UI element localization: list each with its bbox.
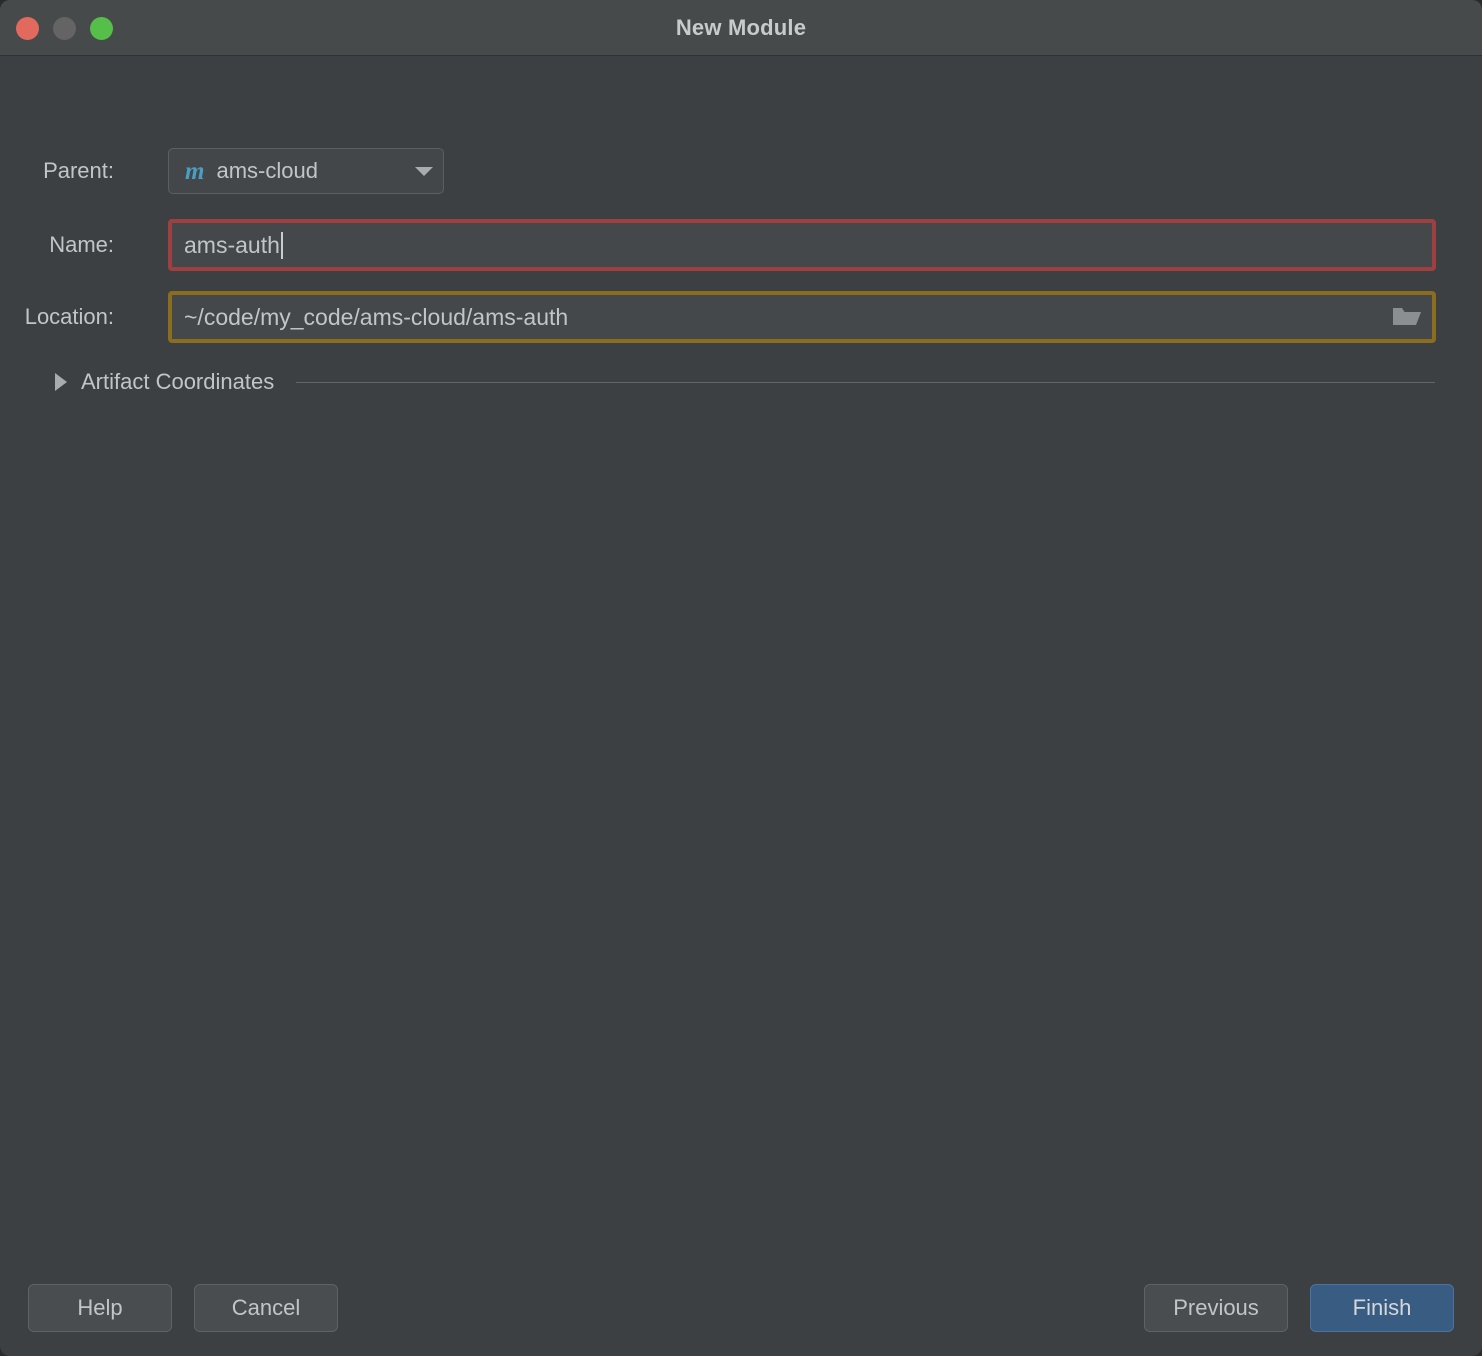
name-input[interactable]: ams-auth bbox=[168, 219, 1436, 271]
name-input-value: ams-auth bbox=[184, 231, 280, 258]
window-title: New Module bbox=[675, 14, 807, 40]
minimize-window-button[interactable] bbox=[53, 16, 76, 40]
location-row: Location: ~/code/my_code/ams-cloud/ams-a… bbox=[0, 291, 1482, 343]
parent-dropdown[interactable]: m ams-cloud bbox=[168, 148, 444, 194]
text-caret bbox=[280, 231, 283, 259]
help-button[interactable]: Help bbox=[28, 1284, 172, 1332]
name-row: Name: ams-auth bbox=[0, 219, 1482, 271]
location-input[interactable]: ~/code/my_code/ams-cloud/ams-auth bbox=[168, 291, 1436, 343]
location-label: Location: bbox=[24, 304, 114, 329]
dialog-footer: Help Cancel Previous Finish bbox=[0, 1260, 1482, 1356]
new-module-dialog: New Module Parent: m ams-cloud Name: ams… bbox=[0, 0, 1482, 1356]
chevron-right-icon[interactable] bbox=[55, 373, 67, 391]
folder-icon[interactable] bbox=[1392, 304, 1422, 330]
footer-left-buttons: Help Cancel bbox=[28, 1284, 338, 1332]
cancel-button[interactable]: Cancel bbox=[194, 1284, 338, 1332]
maximize-window-button[interactable] bbox=[90, 16, 113, 40]
section-separator bbox=[296, 381, 1435, 383]
window-controls bbox=[16, 0, 113, 56]
parent-row: Parent: m ams-cloud bbox=[0, 148, 1482, 194]
footer-right-buttons: Previous Finish bbox=[1144, 1284, 1454, 1332]
dialog-body: Parent: m ams-cloud Name: ams-auth Locat… bbox=[0, 56, 1482, 1356]
title-bar: New Module bbox=[0, 0, 1482, 56]
close-window-button[interactable] bbox=[16, 16, 39, 40]
artifact-coordinates-label: Artifact Coordinates bbox=[81, 369, 275, 394]
parent-selected-value: ams-cloud bbox=[216, 158, 318, 183]
finish-button[interactable]: Finish bbox=[1310, 1284, 1454, 1332]
artifact-coordinates-section[interactable]: Artifact Coordinates bbox=[55, 364, 1435, 400]
name-label: Name: bbox=[49, 232, 114, 257]
chevron-down-icon bbox=[415, 166, 433, 176]
maven-m-icon: m bbox=[185, 157, 205, 185]
location-input-value: ~/code/my_code/ams-cloud/ams-auth bbox=[184, 303, 569, 330]
previous-button[interactable]: Previous bbox=[1144, 1284, 1288, 1332]
parent-label: Parent: bbox=[43, 158, 114, 183]
